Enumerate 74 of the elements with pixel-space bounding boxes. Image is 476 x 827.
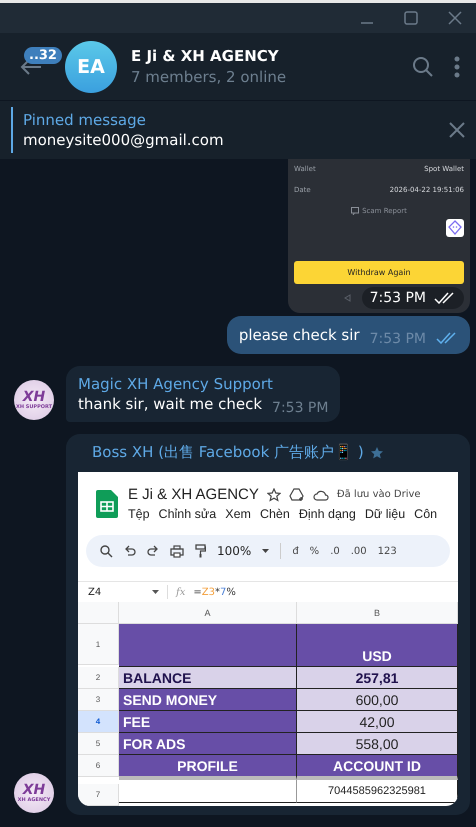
column-header[interactable]: B xyxy=(297,602,458,624)
withdraw-again-button[interactable]: Withdraw Again xyxy=(294,261,464,284)
message-text: thank sir, wait me check xyxy=(78,395,262,413)
back-arrow-icon[interactable] xyxy=(20,58,42,74)
message-time: 7:53 PM xyxy=(370,331,426,347)
table-cell: BALANCE xyxy=(119,667,297,689)
star-icon xyxy=(370,446,384,460)
redo-icon[interactable] xyxy=(147,545,159,557)
cloud-icon xyxy=(312,488,329,500)
search-icon[interactable] xyxy=(100,544,113,558)
sender-name[interactable]: Magic XH Agency Support xyxy=(78,375,328,393)
cell-reference[interactable]: Z4 xyxy=(88,586,144,598)
format-tool[interactable]: % xyxy=(310,546,320,556)
star-outline-icon[interactable] xyxy=(266,488,281,502)
back-nav-icon xyxy=(344,294,351,302)
print-icon[interactable] xyxy=(170,544,184,558)
fx-label: fx xyxy=(176,586,186,598)
message-time: 7:53 PM xyxy=(272,400,328,416)
formula-text[interactable]: =Z3*7% xyxy=(193,586,236,598)
format-tool[interactable]: đ xyxy=(292,546,299,556)
row-header[interactable]: 4 xyxy=(78,711,119,733)
row-header[interactable]: 7 xyxy=(78,784,119,806)
row-header[interactable]: 2 xyxy=(78,667,119,689)
unread-badge: ..32 xyxy=(24,46,62,64)
sheets-logo-icon xyxy=(96,490,118,518)
paint-format-icon[interactable] xyxy=(195,544,206,558)
document-title[interactable]: E Ji & XH AGENCY xyxy=(128,486,259,503)
table-cell: PROFILE xyxy=(119,755,297,780)
maximize-icon[interactable] xyxy=(404,11,418,25)
chat-title[interactable]: E Ji & XH AGENCY xyxy=(131,47,392,65)
zoom-dropdown[interactable]: 100% xyxy=(217,544,252,558)
menu-item[interactable]: Chỉnh sửa xyxy=(158,507,216,521)
table-cell: FOR ADS xyxy=(119,733,297,755)
table-cell: SEND MONEY xyxy=(119,689,297,711)
pinned-label[interactable]: Pinned message xyxy=(23,111,449,129)
members-status: 7 members, 2 online xyxy=(131,68,288,86)
pinned-message[interactable]: moneysite000@gmail.com xyxy=(23,131,449,149)
format-tool[interactable]: .00 xyxy=(350,546,367,556)
sender-name[interactable]: Boss XH (出售 Facebook 广告账户📱 ) xyxy=(92,443,364,462)
save-status: Đã lưu vào Drive xyxy=(336,489,421,500)
face-scan-icon xyxy=(446,219,464,237)
column-header[interactable]: A xyxy=(119,602,297,624)
menu-item[interactable]: Côn xyxy=(414,507,438,521)
menu-item[interactable]: Dữ liệu xyxy=(364,507,406,521)
menu-item[interactable]: Xem xyxy=(225,507,251,521)
format-tool[interactable]: .0 xyxy=(330,546,340,556)
message-time: 7:53 PM xyxy=(370,290,426,306)
caret-icon[interactable] xyxy=(152,590,159,594)
close-icon[interactable] xyxy=(449,122,465,138)
drive-add-icon[interactable] xyxy=(288,488,305,502)
table-cell: 558,00 xyxy=(297,733,458,755)
report-icon xyxy=(351,207,360,215)
table-cell: 7044585962325981 xyxy=(297,780,458,803)
caret-icon[interactable] xyxy=(262,549,270,553)
format-tool[interactable]: 123 xyxy=(378,546,397,556)
more-options-icon[interactable] xyxy=(454,56,460,78)
table-cell: FEE xyxy=(119,711,297,733)
close-icon[interactable] xyxy=(448,11,462,25)
search-icon[interactable] xyxy=(412,56,434,78)
table-cell: 42,00 xyxy=(297,711,458,733)
menu-item[interactable]: Tệp xyxy=(128,507,150,521)
table-cell: ACCOUNT ID xyxy=(297,755,458,780)
row-header[interactable]: 5 xyxy=(78,733,119,755)
row-header[interactable]: 6 xyxy=(78,755,119,777)
table-cell: USD xyxy=(297,624,458,667)
spreadsheet-screenshot[interactable] xyxy=(78,472,458,806)
table-cell: 600,00 xyxy=(297,689,458,711)
message-text: please check sir xyxy=(238,326,360,344)
menu-item[interactable]: Định dạng xyxy=(298,507,356,521)
row-header[interactable]: 3 xyxy=(78,689,119,711)
undo-icon[interactable] xyxy=(124,545,136,557)
table-cell: 257,81 xyxy=(297,667,458,689)
menu-item[interactable]: Chèn xyxy=(260,507,290,521)
row-header[interactable]: 1 xyxy=(78,624,119,665)
